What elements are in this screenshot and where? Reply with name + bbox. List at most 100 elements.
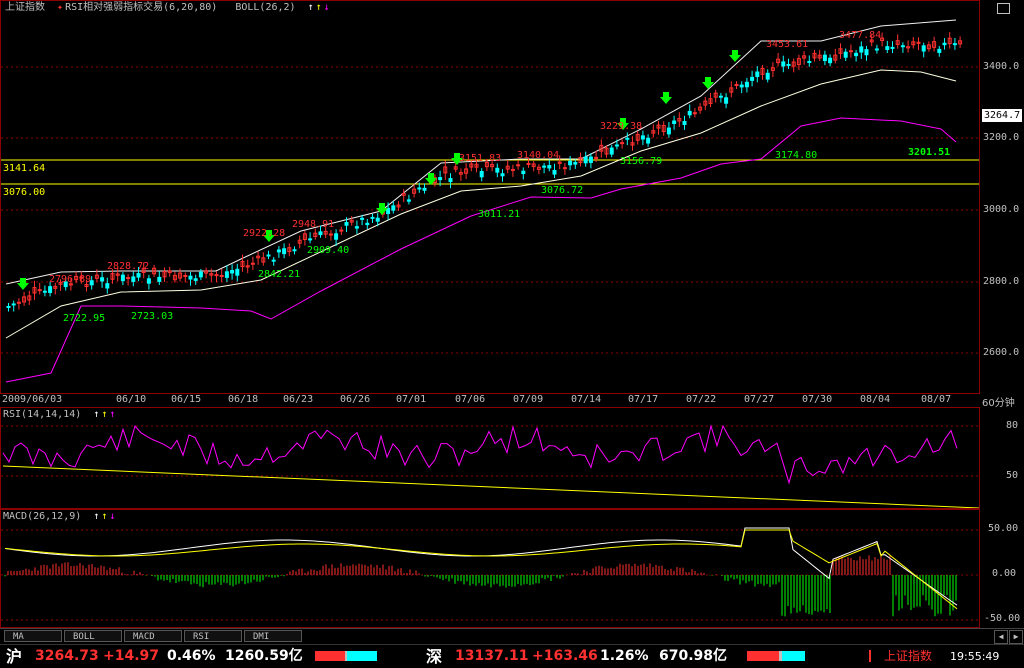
sh-price: 3264.73 [35,648,99,664]
candle-body [120,274,125,282]
rsi-chart-svg [1,424,979,508]
last-low-annotation: 3201.51 [908,147,950,158]
rsi-axis: 80 50 [980,407,1024,509]
low-annotation: 3011.21 [478,209,520,220]
candle-body [718,95,723,98]
candle-body [937,48,942,53]
high-annotation: 2828.72 [107,261,149,272]
candle-body [552,169,557,175]
scroll-left-icon[interactable]: ◀ [994,630,1008,644]
tab-boll[interactable]: BOLL [64,630,122,642]
date-label: 06/26 [340,394,371,405]
candle-body [105,283,110,289]
candle-body [37,289,42,292]
candle-body [510,168,515,171]
buy-arrow-icon [702,77,714,89]
scroll-right-icon[interactable]: ▶ [1009,630,1023,644]
candle-body [573,162,578,165]
high-annotation: 3151.83 [459,153,501,164]
rsi-panel-header: RSI(14,14,14) ↑ ↑ ↑ [1,408,121,422]
rsi-panel[interactable]: RSI(14,14,14) ↑ ↑ ↑ [0,407,980,509]
candle-body [308,238,313,241]
candle-body [744,81,749,88]
candle-body [354,226,359,229]
macd-axis-label: -50.00 [984,613,1021,624]
price-panel-header: 上证指数 ✦ RSI相对强弱指标交易(6,20,80) BOLL(26,2) ↑ ↑… [1,1,336,15]
candle-body [422,187,427,191]
rsi-axis-label: 50 [1006,470,1019,481]
candle-body [188,275,193,280]
candle-body [516,164,521,167]
candle-body [692,112,697,115]
low-annotation: 3156.79 [620,156,662,167]
boll-mid-line [5,69,957,339]
hline-label-1: 3141.64 [3,163,46,174]
date-label: 2009/06/03 [2,394,63,405]
high-annotation: 2948.91 [292,219,334,230]
candle-body [864,49,869,56]
sz-amount: 670.98亿 [659,648,728,664]
date-label: 06/18 [228,394,259,405]
date-axis: 2009/06/03 06/10 06/15 06/18 06/23 06/26 07/01… [0,394,980,406]
candle-body [765,72,770,80]
tab-dmi[interactable]: DMI [244,630,302,642]
candle-body [235,268,240,276]
candle-body [786,63,791,66]
candle-body [614,144,619,147]
macd-chart-svg [1,527,979,621]
candle-body [672,120,677,124]
candle-body [526,162,531,165]
candle-body [292,249,297,252]
tab-ma[interactable]: MA [4,630,62,642]
candle-body [417,187,422,190]
arrow-up-magenta-icon: ↑ [109,409,116,420]
rsi-axis-label: 80 [1006,420,1019,431]
sh-amount: 1260.59亿 [225,648,303,664]
price-axis-label: 3400.0 [983,61,1020,72]
high-annotation: 2796.89 [49,274,91,285]
macd-panel[interactable]: MACD(26,12,9) ↑ ↑ ↓ [0,509,980,628]
candle-body [640,135,645,140]
candle-body [386,207,391,215]
candle-body [625,137,630,140]
date-label: 07/06 [455,394,486,405]
candle-body [843,51,848,58]
candle-body [6,306,11,309]
price-axis-label: 2800.0 [983,276,1020,287]
candle-body [365,222,370,226]
candle-body [542,165,547,168]
candle-body [282,248,287,255]
date-label: 06/10 [116,394,147,405]
index-name: 上证指数 [5,2,45,13]
date-label: 07/17 [628,394,659,405]
candle-body [609,147,614,155]
price-chart-panel[interactable]: 2796.89 2828.72 2922.28 2948.91 3151.83 3140.… [0,0,980,394]
price-axis-label: 3000.0 [983,204,1020,215]
price-axis-label: 3200.0 [983,132,1020,143]
arrow-down-magenta-icon: ↓ [109,511,116,522]
candle-body [406,199,411,202]
macd-label: MACD(26,12,9) [3,511,82,522]
candle-body [807,60,812,63]
candle-body [921,45,926,52]
low-annotation: 2722.95 [63,313,105,324]
candle-body [620,142,625,145]
candle-body [942,42,947,46]
candle-body [48,286,53,293]
price-chart-svg: 2796.89 2828.72 2922.28 2948.91 3151.83 3140.… [1,19,979,383]
candle-body [448,178,453,183]
candle-body [328,233,333,236]
candle-body [224,271,229,278]
status-index-name[interactable]: 上证指数 [884,645,932,668]
status-time: 19:55:49 [950,650,1000,663]
candle-body [42,290,47,293]
candle-body [391,205,396,211]
tab-rsi[interactable]: RSI [184,630,242,642]
rsi-label: RSI(14,14,14) [3,409,82,420]
index-flag-icon[interactable] [869,650,880,662]
candle-body [495,167,500,173]
tab-macd[interactable]: MACD [124,630,182,642]
high-annotation: 3477.84 [839,30,881,41]
date-label: 06/23 [283,394,314,405]
date-label: 08/04 [860,394,891,405]
